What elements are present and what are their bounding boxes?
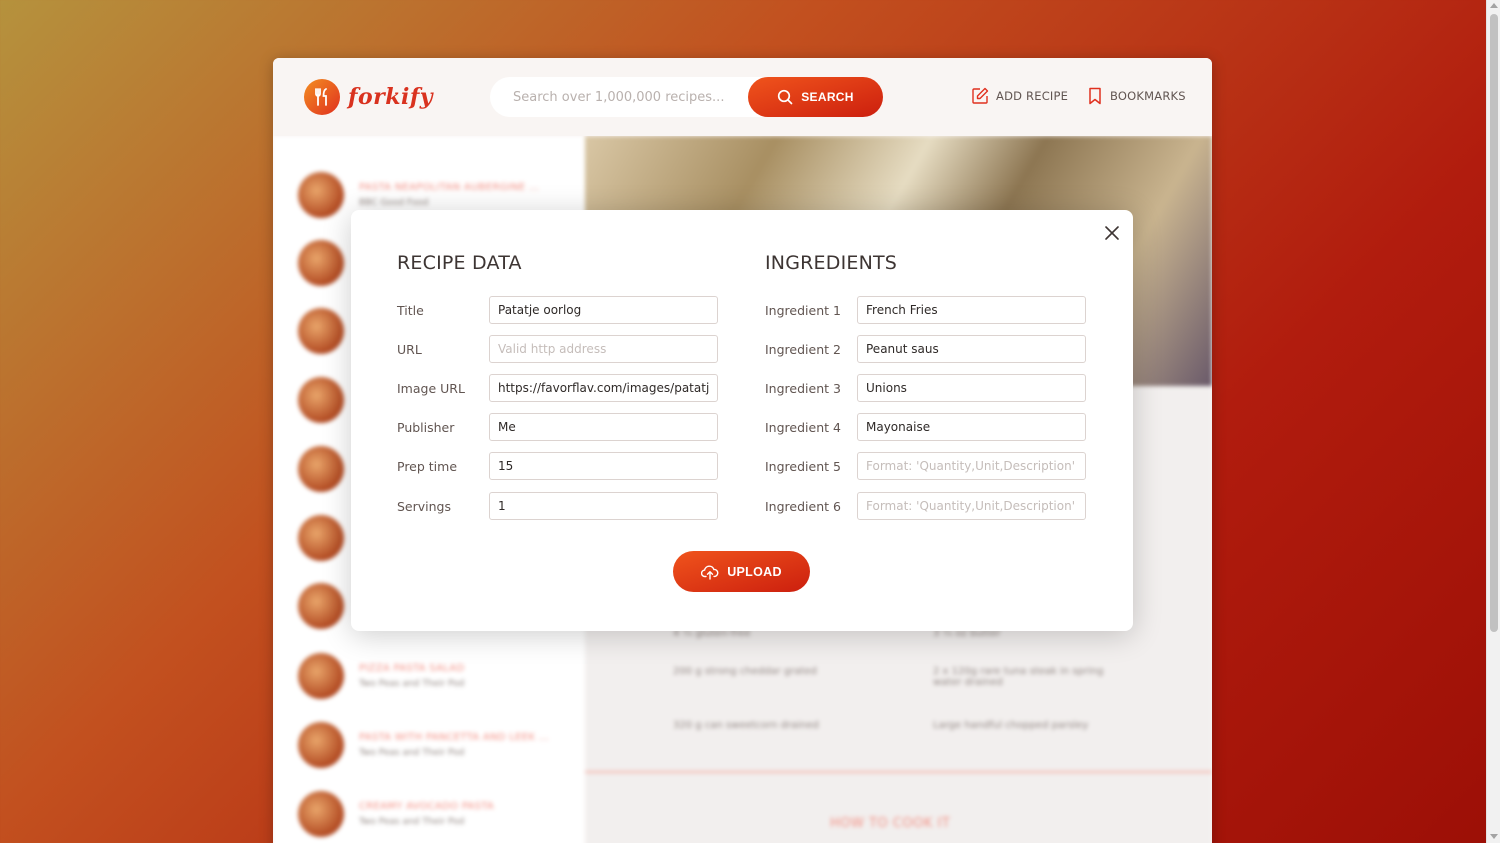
servings-field[interactable]	[489, 492, 718, 520]
add-recipe-label: ADD RECIPE	[996, 89, 1069, 103]
search-input[interactable]	[513, 89, 753, 105]
ingredient-4-row: Ingredient 4	[765, 413, 1086, 441]
result-publisher: Two Peas and Their Pod	[359, 679, 465, 689]
result-publisher: Two Peas and Their Pod	[359, 817, 465, 827]
result-image	[298, 791, 344, 837]
bookmark-icon	[1089, 87, 1101, 105]
title-field[interactable]	[489, 296, 718, 324]
image-url-field[interactable]	[489, 374, 718, 402]
scrollbar-thumb[interactable]	[1490, 14, 1498, 632]
result-image	[298, 653, 344, 699]
scroll-down-arrow-icon[interactable]	[1490, 834, 1498, 839]
result-title: Pasta with Pancetta and Leek ...	[359, 732, 550, 743]
result-image	[298, 583, 344, 629]
ingredient-6-field[interactable]	[857, 492, 1086, 520]
ingredient-5-row: Ingredient 5	[765, 452, 1086, 480]
add-recipe-button[interactable]: ADD RECIPE	[971, 87, 1068, 105]
search-icon	[778, 89, 793, 105]
result-title: Pasta Neapolitan Aubergine ...	[359, 182, 540, 193]
url-field[interactable]	[489, 335, 718, 363]
recipe-data-heading: RECIPE DATA	[397, 252, 522, 274]
ingredient-2-field[interactable]	[857, 335, 1086, 363]
result-publisher: Two Peas and Their Pod	[359, 748, 465, 758]
publisher-row: Publisher	[397, 413, 718, 441]
result-image	[298, 446, 344, 492]
close-button[interactable]	[1103, 224, 1121, 242]
ingredient-4-field[interactable]	[857, 413, 1086, 441]
app-name: forkify	[348, 84, 434, 110]
edit-icon	[972, 87, 989, 104]
bookmarks-label: BOOKMARKS	[1110, 89, 1186, 103]
result-title: Creamy Avocado Pasta	[359, 801, 495, 812]
ingredient-6-row: Ingredient 6	[765, 492, 1086, 520]
result-image	[298, 515, 344, 561]
title-row: Title	[397, 296, 718, 324]
ingredient-3-label: Ingredient 3	[765, 380, 841, 396]
image-url-row: Image URL	[397, 374, 718, 402]
ingredient-3-field[interactable]	[857, 374, 1086, 402]
close-icon	[1105, 226, 1119, 240]
ingredient-line: 320 g can sweetcorn drained	[673, 720, 819, 731]
add-recipe-modal: RECIPE DATA INGREDIENTS Title URL Image …	[351, 210, 1133, 631]
url-label: URL	[397, 341, 422, 357]
ingredient-line: Large handful chopped parsley	[933, 720, 1089, 731]
ingredient-5-label: Ingredient 5	[765, 458, 841, 474]
ingredient-1-row: Ingredient 1	[765, 296, 1086, 324]
header: forkify SEARCH ADD RECIPE BOOKMA	[273, 58, 1212, 136]
result-publisher: BBC Good Food	[359, 198, 429, 208]
result-title: Pizza Pasta Salad	[359, 663, 465, 674]
title-label: Title	[397, 302, 424, 318]
search-bar: SEARCH	[490, 77, 883, 117]
publisher-label: Publisher	[397, 419, 455, 435]
ingredient-3-row: Ingredient 3	[765, 374, 1086, 402]
result-item[interactable]: Pasta with Pancetta and Leek ... Two Pea…	[298, 720, 578, 770]
ingredient-line: 200 g strong cheddar grated	[673, 666, 817, 677]
servings-row: Servings	[397, 492, 718, 520]
how-to-cook-title: HOW TO COOK IT	[830, 816, 951, 831]
ingredient-2-row: Ingredient 2	[765, 335, 1086, 363]
fork-knife-icon	[304, 79, 340, 115]
result-image	[298, 308, 344, 354]
divider	[585, 771, 1212, 773]
url-row: URL	[397, 335, 718, 363]
ingredient-2-label: Ingredient 2	[765, 341, 841, 357]
result-item[interactable]: Pizza Pasta Salad Two Peas and Their Pod	[298, 651, 578, 701]
result-image	[298, 722, 344, 768]
result-image	[298, 377, 344, 423]
upload-label: UPLOAD	[727, 564, 782, 579]
prep-time-row: Prep time	[397, 452, 718, 480]
ingredients-heading: INGREDIENTS	[765, 252, 898, 274]
cloud-upload-icon	[701, 564, 719, 580]
scroll-up-arrow-icon[interactable]	[1490, 3, 1498, 8]
search-button-label: SEARCH	[801, 90, 854, 104]
ingredient-1-field[interactable]	[857, 296, 1086, 324]
image-url-label: Image URL	[397, 380, 465, 396]
prep-time-label: Prep time	[397, 458, 458, 474]
search-button[interactable]: SEARCH	[748, 77, 883, 117]
page-scrollbar[interactable]	[1486, 0, 1500, 843]
bookmarks-button[interactable]: BOOKMARKS	[1087, 87, 1186, 105]
ingredient-line: 2 x 120g rare tuna steak in spring water…	[933, 666, 1104, 688]
prep-time-field[interactable]	[489, 452, 718, 480]
publisher-field[interactable]	[489, 413, 718, 441]
result-item[interactable]: Creamy Avocado Pasta Two Peas and Their …	[298, 789, 578, 839]
ingredient-6-label: Ingredient 6	[765, 498, 841, 514]
ingredient-4-label: Ingredient 4	[765, 419, 841, 435]
servings-label: Servings	[397, 498, 452, 514]
result-image	[298, 240, 344, 286]
result-image	[298, 172, 344, 218]
ingredient-5-field[interactable]	[857, 452, 1086, 480]
upload-button[interactable]: UPLOAD	[673, 551, 810, 592]
logo[interactable]: forkify	[304, 79, 433, 115]
ingredient-1-label: Ingredient 1	[765, 302, 841, 318]
